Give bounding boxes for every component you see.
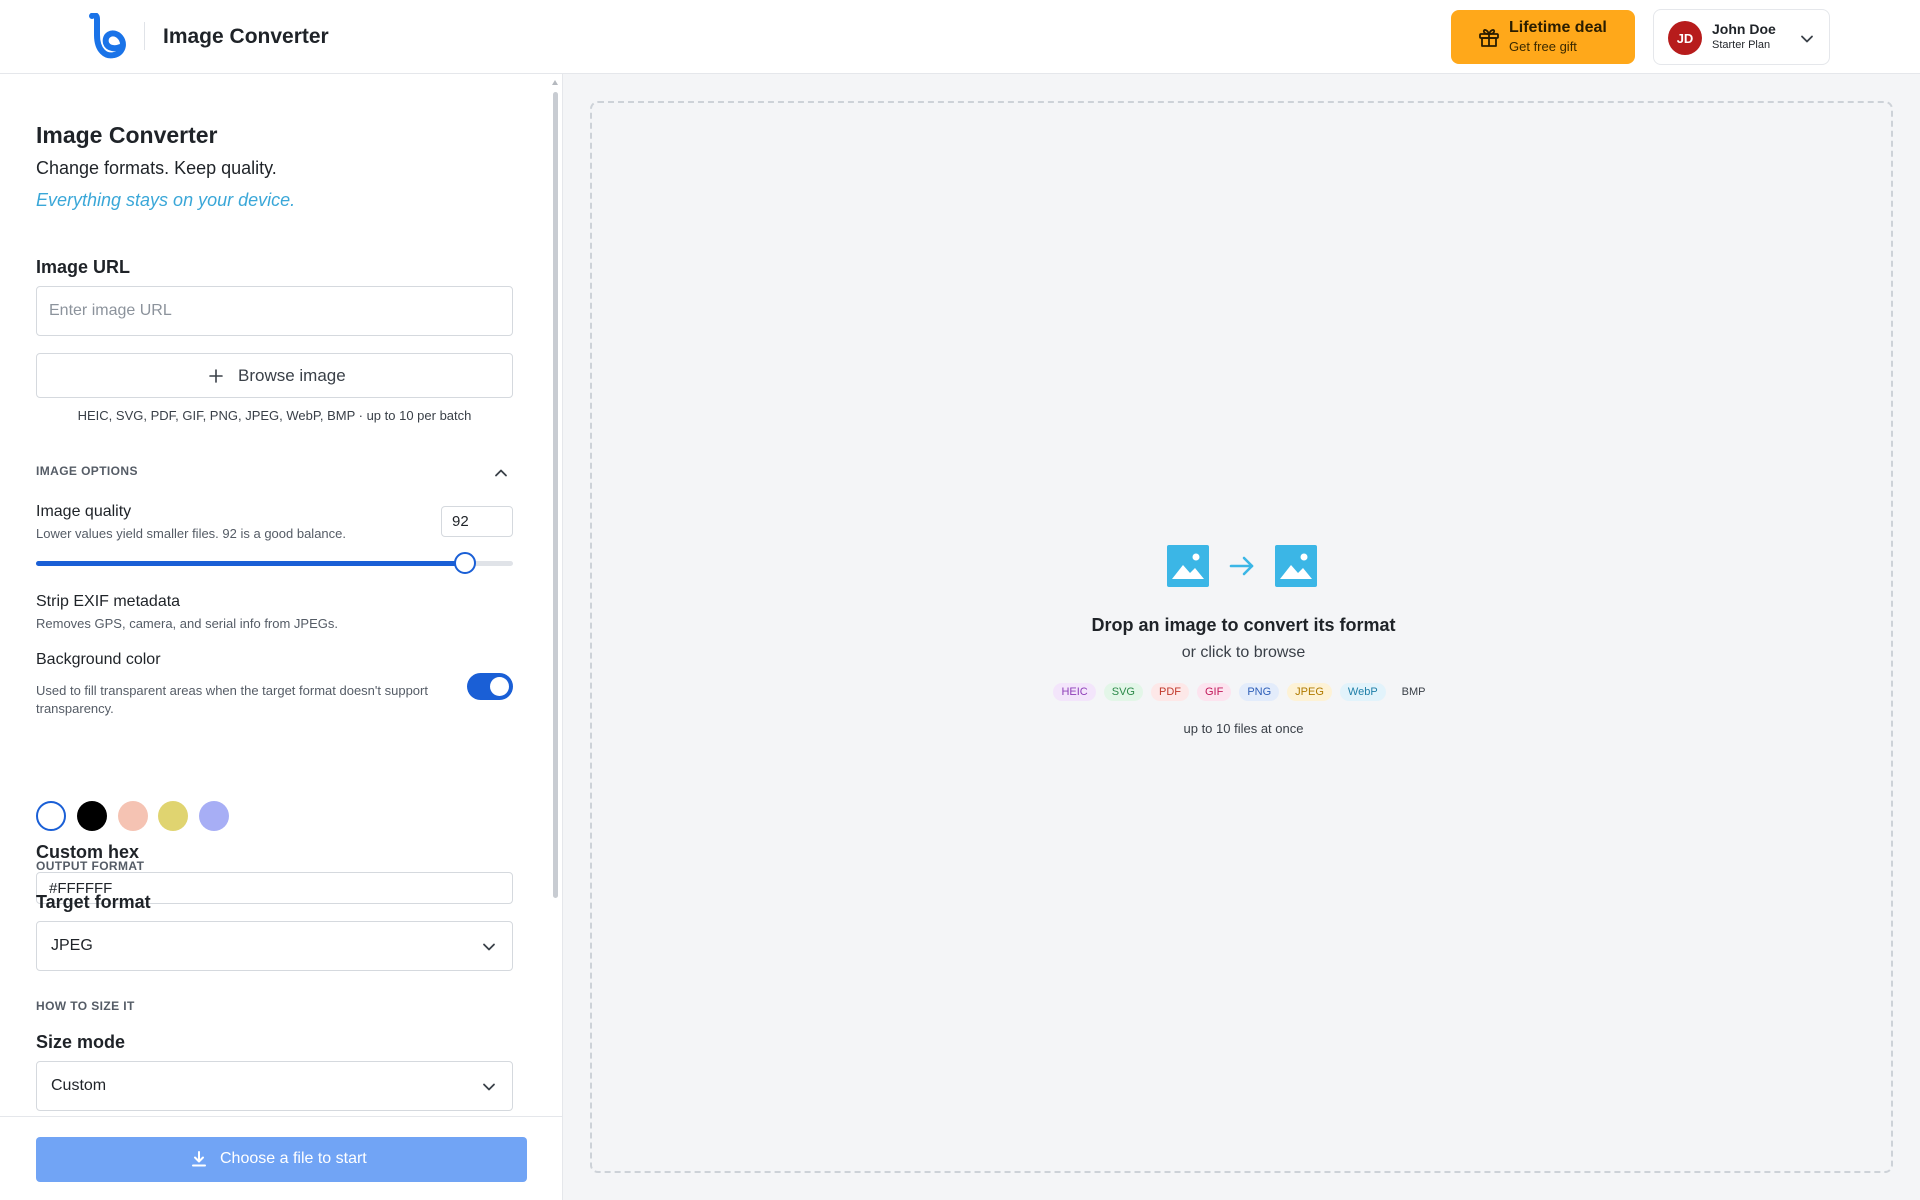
image-dropzone[interactable]: Drop an image to convert its format or c… — [590, 101, 1893, 1173]
strip-exif-label: Strip EXIF metadata — [36, 593, 181, 610]
image-icon — [1275, 545, 1317, 587]
format-chip-bmp: BMP — [1393, 683, 1434, 701]
image-url-input[interactable] — [36, 286, 513, 336]
slider-fill — [36, 561, 466, 566]
image-url-label: Image URL — [36, 257, 131, 277]
choose-file-button[interactable]: Choose a file to start — [36, 1137, 527, 1182]
size-mode-select[interactable]: Custom — [36, 1061, 513, 1111]
swatch-white[interactable] — [36, 801, 66, 831]
image-quality-desc: Lower values yield smaller files. 92 is … — [36, 526, 347, 541]
background-color-desc: Used to fill transparent areas when the … — [36, 683, 428, 716]
user-menu-button[interactable]: JD John Doe Starter Plan — [1653, 9, 1830, 65]
swatch-yellow[interactable] — [158, 801, 188, 831]
size-mode-label: Size mode — [36, 1032, 126, 1052]
gift-icon — [1479, 29, 1499, 47]
user-name: John Doe — [1712, 21, 1776, 37]
strip-exif-desc: Removes GPS, camera, and serial info fro… — [36, 616, 338, 631]
deal-title: Lifetime deal — [1509, 19, 1607, 36]
app-title: Image Converter — [163, 25, 329, 48]
settings-sidebar: Image Converter Change formats. Keep qua… — [0, 74, 563, 1200]
browse-image-button[interactable]: Browse image — [36, 353, 513, 398]
chevron-down-icon — [1801, 35, 1813, 43]
plus-icon — [209, 369, 223, 383]
supported-formats-hint: HEIC, SVG, PDF, GIF, PNG, JPEG, WebP, BM… — [77, 408, 472, 423]
download-icon — [192, 1151, 206, 1167]
app-header: Image Converter Lifetime deal Get free g… — [0, 0, 1920, 74]
quality-value-input[interactable] — [441, 506, 513, 537]
header-divider — [144, 22, 145, 50]
swatch-lavender[interactable] — [199, 801, 229, 831]
slider-handle[interactable] — [454, 552, 477, 574]
deal-subtitle: Get free gift — [1509, 39, 1577, 54]
swatch-black[interactable] — [77, 801, 107, 831]
background-color-label: Background color — [36, 651, 161, 668]
sidebar-scrollbar[interactable] — [551, 80, 559, 908]
lifetime-deal-button[interactable]: Lifetime deal Get free gift — [1451, 10, 1635, 64]
swatch-peach[interactable] — [118, 801, 148, 831]
chevron-down-icon — [483, 943, 495, 951]
dropzone-subtitle: or click to browse — [1181, 644, 1306, 661]
format-chip-png: PNG — [1239, 683, 1280, 701]
image-icon — [1167, 545, 1209, 587]
sidebar-tagline: Everything stays on your device. — [36, 190, 296, 210]
format-chip-pdf: PDF — [1150, 683, 1189, 701]
format-chip-svg: SVG — [1103, 683, 1143, 701]
target-format-value: JPEG — [51, 937, 93, 954]
sidebar-title: Image Converter — [36, 122, 218, 148]
format-chips: HEIC SVG PDF GIF PNG JPEG WebP BMP — [592, 683, 1895, 701]
sidebar-subtitle: Change formats. Keep quality. — [36, 158, 277, 178]
format-chip-gif: GIF — [1196, 683, 1232, 701]
brand-logo-icon[interactable] — [88, 13, 128, 59]
user-plan: Starter Plan — [1712, 39, 1771, 51]
dropzone-limit: up to 10 files at once — [1183, 721, 1304, 736]
format-chip-heic: HEIC — [1053, 683, 1096, 701]
choose-file-label: Choose a file to start — [220, 1150, 367, 1167]
image-options-heading[interactable]: IMAGE OPTIONS — [36, 464, 138, 478]
image-quality-label: Image quality — [36, 503, 132, 520]
size-mode-value: Custom — [51, 1077, 107, 1094]
chevron-down-icon — [483, 1083, 495, 1091]
arrow-right-icon — [1229, 556, 1254, 576]
dropzone-title: Drop an image to convert its format — [1091, 615, 1396, 635]
format-chip-jpeg: JPEG — [1287, 683, 1332, 701]
browse-image-label: Browse image — [238, 366, 346, 385]
sizing-heading: HOW TO SIZE IT — [36, 999, 135, 1013]
format-chip-webp: WebP — [1339, 683, 1386, 701]
scrollbar-thumb[interactable] — [553, 92, 558, 898]
scroll-up-icon[interactable] — [552, 80, 558, 85]
avatar: JD — [1668, 21, 1702, 55]
target-format-select[interactable]: JPEG — [36, 921, 513, 971]
quality-slider[interactable] — [36, 552, 513, 574]
target-format-label: Target format — [36, 892, 151, 912]
output-format-heading: OUTPUT FORMAT — [36, 859, 145, 873]
chevron-up-icon[interactable] — [494, 466, 508, 480]
